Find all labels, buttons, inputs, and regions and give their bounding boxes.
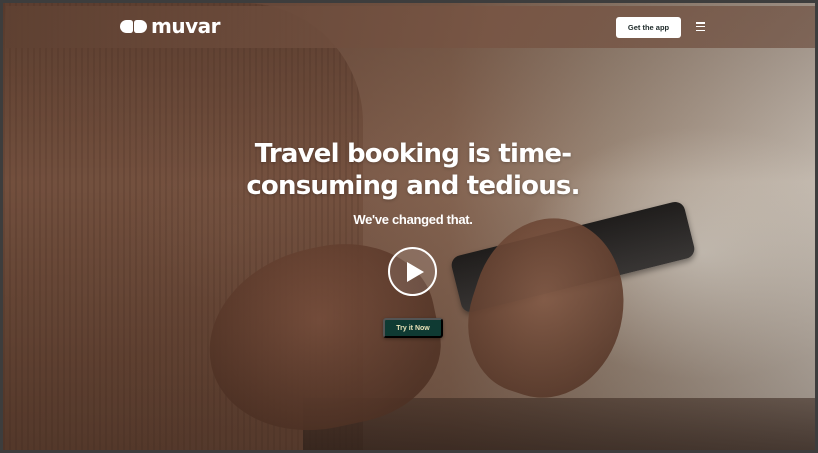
get-the-app-button[interactable]: Get the app [616, 17, 681, 38]
logo-wordmark: muvar [151, 14, 220, 38]
play-icon [406, 261, 424, 282]
hamburger-menu-icon[interactable] [696, 22, 705, 31]
browser-viewport: muvar Get the app Travel booking is time… [0, 0, 818, 453]
play-video-button[interactable] [388, 247, 437, 296]
try-it-now-button[interactable]: Try it Now [383, 318, 443, 338]
hero-headline: Travel booking is time-consuming and ted… [246, 139, 580, 201]
double-circle-logo-icon [120, 19, 147, 33]
site-logo[interactable]: muvar [120, 15, 220, 37]
hero-subheadline: We've changed that. [353, 212, 473, 227]
